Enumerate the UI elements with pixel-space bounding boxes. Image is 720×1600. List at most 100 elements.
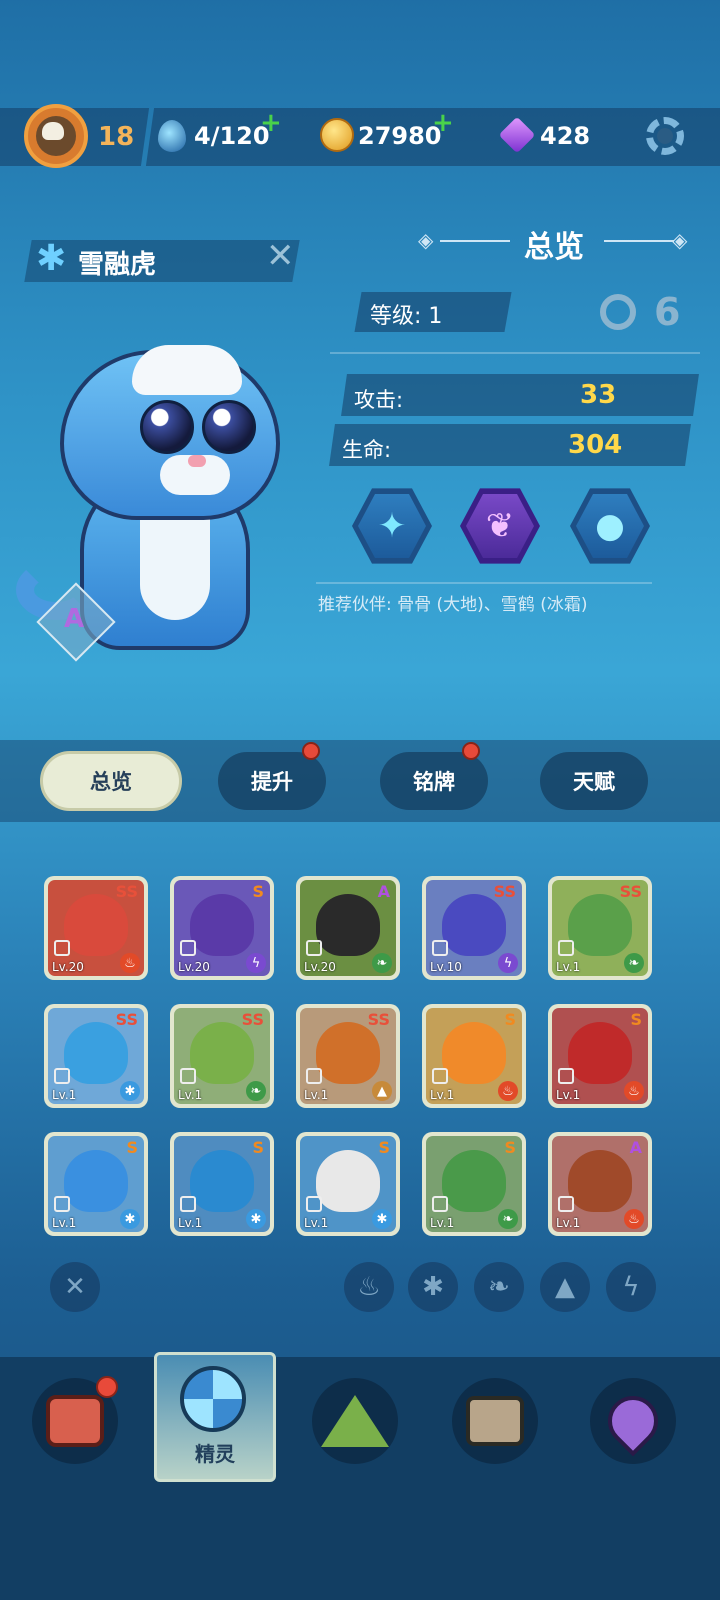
add-stamina-button[interactable]: + [260, 108, 282, 138]
pet-card[interactable]: SS Lv.1 ✱ [44, 1004, 148, 1108]
pet-card[interactable]: A Lv.20 ❧ [296, 876, 400, 980]
tab-nameplate[interactable]: 铭牌 [380, 752, 488, 810]
pet-card-portrait: SS Lv.1 ✱ [48, 1008, 144, 1104]
divider-bottom [316, 582, 652, 584]
pet-card[interactable]: S Lv.20 ϟ [170, 876, 274, 980]
attack-value: 33 [580, 380, 617, 410]
pet-level-label: Lv.1 [556, 1216, 581, 1230]
pet-card[interactable]: S Lv.1 ✱ [44, 1132, 148, 1236]
fire-element-icon: ♨ [120, 953, 140, 973]
ring-icon [600, 294, 636, 330]
thunder-filter-icon[interactable]: ϟ [606, 1262, 656, 1312]
pet-level-label: Lv.1 [556, 1088, 581, 1102]
hp-value: 304 [568, 430, 623, 460]
pet-card[interactable]: SS Lv.10 ϟ [422, 876, 526, 980]
pet-level-label: Lv.1 [556, 960, 581, 974]
stamina-value: 4/120 [194, 122, 270, 150]
chest-nav-icon[interactable] [452, 1378, 538, 1464]
wood-filter-icon[interactable]: ❧ [474, 1262, 524, 1312]
tab-overview[interactable]: 总览 [40, 751, 182, 811]
pet-card[interactable]: S Lv.1 ♨ [548, 1004, 652, 1108]
pet-card-portrait: S Lv.1 ✱ [300, 1136, 396, 1232]
gem-value: 428 [540, 122, 591, 150]
pet-card[interactable]: SS Lv.20 ♨ [44, 876, 148, 980]
monster-portrait [442, 1022, 506, 1084]
tab-talent[interactable]: 天赋 [540, 752, 648, 810]
monster-portrait [316, 894, 380, 956]
player-avatar-icon[interactable] [24, 104, 88, 168]
lock-icon [180, 1196, 196, 1212]
spirit-swirl-icon [180, 1366, 246, 1432]
fire-element-icon: ♨ [624, 1081, 644, 1101]
pet-card[interactable]: S Lv.1 ♨ [422, 1004, 526, 1108]
ice-element-icon: ✱ [120, 1081, 140, 1101]
earth-filter-icon[interactable]: ▲ [540, 1262, 590, 1312]
title-line-left [440, 240, 510, 242]
upgrade-notification-badge [302, 742, 320, 760]
pet-name: 雪融虎 [78, 250, 157, 280]
divider-top [330, 352, 700, 354]
wood-element-icon: ❧ [246, 1081, 266, 1101]
water-drop-icon [158, 120, 186, 152]
rank-label: A [377, 882, 390, 901]
fire-filter-icon[interactable]: ♨ [344, 1262, 394, 1312]
clear-filter-icon[interactable]: ✕ [50, 1262, 100, 1312]
pet-card-portrait: A Lv.1 ♨ [552, 1136, 648, 1232]
ice-drop-skill-icon[interactable]: ● [570, 488, 650, 564]
monster-portrait [190, 1150, 254, 1212]
lock-icon [558, 940, 574, 956]
rank-label: S [126, 1138, 138, 1157]
pet-card[interactable]: SS Lv.1 ❧ [548, 876, 652, 980]
pet-card[interactable]: A Lv.1 ♨ [548, 1132, 652, 1236]
pet-card-portrait: S Lv.1 ✱ [174, 1136, 270, 1232]
close-icon[interactable]: ✕ [266, 236, 295, 276]
pet-card-portrait: S Lv.1 ♨ [552, 1008, 648, 1104]
pet-level-label: Lv.1 [430, 1088, 455, 1102]
pet-card-portrait: SS Lv.1 ❧ [552, 880, 648, 976]
hp-label: 生命: [342, 438, 392, 462]
adventure-nav-icon[interactable] [312, 1378, 398, 1464]
map-nav-icon[interactable] [590, 1378, 676, 1464]
pet-card[interactable]: SS Lv.1 ❧ [170, 1004, 274, 1108]
coin-value: 27980 [358, 122, 442, 150]
rank-letter: A [64, 604, 85, 634]
pet-level: 等级: 1 [370, 304, 443, 329]
pet-card-portrait: S Lv.20 ϟ [174, 880, 270, 976]
monster-portrait [442, 1150, 506, 1212]
rank-label: S [378, 1138, 390, 1157]
pet-card[interactable]: S Lv.1 ❧ [422, 1132, 526, 1236]
lock-icon [432, 1068, 448, 1084]
twin-drops-skill-icon[interactable]: ❦ [460, 488, 540, 564]
monster-portrait [316, 1150, 380, 1212]
monster-portrait [64, 1150, 128, 1212]
attack-label: 攻击: [354, 388, 404, 412]
pet-level-label: Lv.20 [52, 960, 84, 974]
ornament-right-icon: ◈ [672, 228, 688, 252]
sparkle-skill-icon[interactable]: ✦ [352, 488, 432, 564]
ice-filter-icon[interactable]: ✱ [408, 1262, 458, 1312]
rank-label: S [504, 1010, 516, 1029]
ornament-left-icon: ◈ [418, 228, 434, 252]
tiger-nose [188, 455, 206, 467]
lock-icon [180, 940, 196, 956]
pet-card[interactable]: S Lv.1 ✱ [170, 1132, 274, 1236]
lock-icon [432, 940, 448, 956]
pet-card-portrait: SS Lv.20 ♨ [48, 880, 144, 976]
pet-card-portrait: S Lv.1 ✱ [48, 1136, 144, 1232]
tab-upgrade[interactable]: 提升 [218, 752, 326, 810]
pet-card-portrait: S Lv.1 ❧ [426, 1136, 522, 1232]
settings-gear-center [657, 128, 673, 144]
pet-card-portrait: A Lv.20 ❧ [300, 880, 396, 976]
lock-icon [54, 1068, 70, 1084]
rank-label: SS [367, 1010, 390, 1029]
monster-portrait [64, 894, 128, 956]
wood-element-icon: ❧ [372, 953, 392, 973]
pet-card[interactable]: S Lv.1 ✱ [296, 1132, 400, 1236]
lock-icon [558, 1196, 574, 1212]
tiger-left-eye [140, 400, 194, 454]
thunder-element-icon: ϟ [498, 953, 518, 973]
pet-card[interactable]: SS Lv.1 ▲ [296, 1004, 400, 1108]
rank-label: SS [115, 1010, 138, 1029]
earth-element-icon: ▲ [372, 1081, 392, 1101]
add-coin-button[interactable]: + [432, 108, 454, 138]
